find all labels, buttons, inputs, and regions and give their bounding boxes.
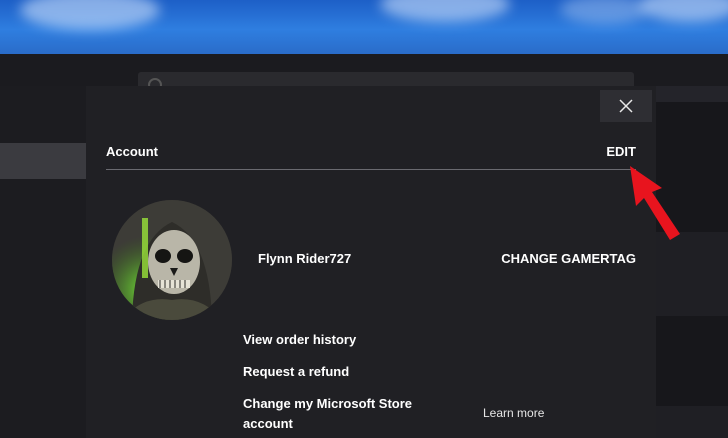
change-store-account-line1: Change my Microsoft Store — [243, 396, 413, 411]
close-icon — [619, 99, 633, 113]
divider — [106, 169, 636, 170]
request-refund-link[interactable]: Request a refund — [243, 362, 349, 382]
app-content-background — [656, 86, 728, 438]
app-search-bar[interactable] — [138, 72, 634, 92]
account-dialog: Account EDIT Flynn Rider727 CHANGE GAMER… — [86, 86, 656, 438]
view-order-history-link[interactable]: View order history — [243, 330, 356, 350]
edit-button[interactable]: EDIT — [606, 144, 636, 159]
avatar — [112, 200, 232, 320]
app-sidebar — [0, 86, 86, 438]
change-store-account-link[interactable]: Change my Microsoft Store account — [243, 394, 412, 434]
close-button[interactable] — [600, 90, 652, 122]
learn-more-link[interactable]: Learn more — [483, 406, 544, 420]
change-store-account-line2: account — [243, 416, 293, 431]
sidebar-item-selected[interactable] — [0, 143, 86, 179]
red-arrow-icon — [630, 166, 680, 240]
desktop-wallpaper — [0, 0, 728, 54]
change-gamertag-button[interactable]: CHANGE GAMERTAG — [501, 251, 636, 266]
avatar-image — [112, 200, 232, 320]
gamertag-text: Flynn Rider727 — [258, 251, 352, 266]
section-title: Account — [106, 144, 158, 159]
